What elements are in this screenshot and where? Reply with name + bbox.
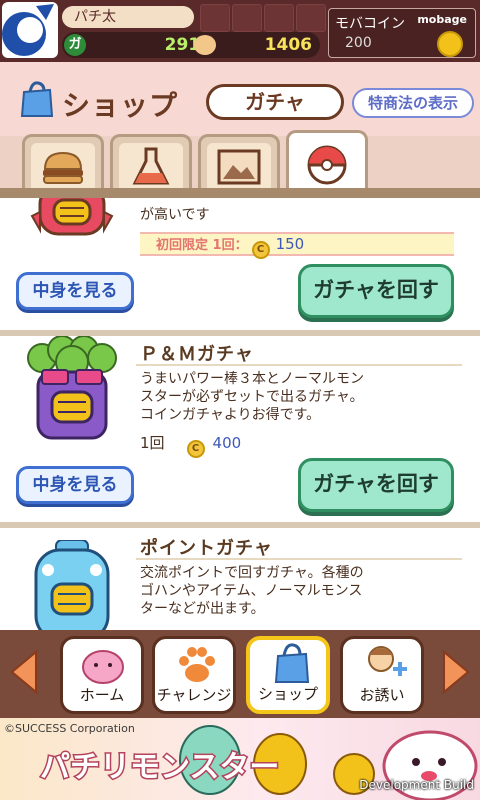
price-value: 400: [212, 434, 242, 452]
nav-shop-label: ショップ: [257, 685, 318, 703]
page-title: ショップ: [62, 89, 179, 122]
tab-food-inner: [31, 143, 95, 190]
picture-icon: [217, 149, 261, 185]
tab-item-inner: [119, 143, 183, 190]
item-title: Ｐ＆Ｍガチャ: [140, 344, 254, 365]
item-description: うまいパワー棒３本とノーマルモン スターが必ずセットで出るガチャ。 コインガチャ…: [140, 371, 364, 423]
view-contents-button[interactable]: 中身を見る: [16, 466, 134, 504]
mobacoin-panel[interactable]: モバコイン mobage 200: [328, 8, 476, 58]
first-limited-label: 初回限定 1回：: [156, 238, 248, 253]
coin-icon: C: [251, 241, 270, 259]
mobage-logo: mobage: [417, 13, 467, 26]
gacha-item: が高いです 初回限定 1回： C 150 中身を見る ガチャを回す: [0, 198, 480, 330]
spin-gacha-button[interactable]: ガチャを回す: [298, 264, 454, 318]
hamburger-icon: [43, 151, 83, 184]
shopping-bag-icon: [274, 643, 310, 683]
tab-picture-inner: [207, 143, 271, 190]
copyright-text: ©SUCCESS Corporation: [4, 722, 135, 735]
paw-icon: [179, 647, 215, 682]
invite-friend-icon: [368, 646, 407, 676]
mobacoin-value: 200: [345, 35, 372, 51]
status-slots: [200, 4, 326, 32]
tab-picture[interactable]: [198, 134, 280, 190]
tab-gacha[interactable]: ガチャ: [206, 84, 344, 120]
points-bar: ガ 2910 1406: [62, 32, 320, 58]
nav-right-arrow-icon[interactable]: [438, 648, 474, 696]
view-contents-button[interactable]: 中身を見る: [16, 272, 134, 310]
mobacoin-label: モバコイン: [335, 16, 405, 32]
status-slot: [232, 4, 262, 32]
item-title: ポイントガチャ: [140, 538, 273, 559]
nav-shop-button[interactable]: ショップ: [246, 636, 330, 714]
status-bar: パチ太 ガ 2910 1406 モバコイン mobage 200: [0, 0, 480, 62]
title-underline: [136, 364, 462, 366]
banner-title: パチリモンスター: [38, 749, 280, 787]
item-price: 1回 C 400: [140, 432, 241, 458]
nav-home-label: ホーム: [79, 686, 125, 704]
monster-green-hair-mascot: [27, 336, 117, 440]
app-logo: [2, 2, 58, 58]
nav-invite-label: お誘い: [359, 686, 405, 704]
mobacoin-icon: [437, 31, 463, 57]
status-slot: [200, 4, 230, 32]
tab-gacha-capsule[interactable]: [286, 130, 368, 192]
player-name: パチ太: [62, 6, 194, 28]
gacha-item: Ｐ＆Ｍガチャ うまいパワー棒３本とノーマルモン スターが必ずセットで出るガチャ。…: [0, 336, 480, 522]
tab-item[interactable]: [110, 134, 192, 190]
flask-icon: [132, 147, 170, 185]
commercial-law-button[interactable]: 特商法の表示: [352, 88, 474, 118]
nav-challenge-label: チャレンジ: [156, 686, 232, 704]
status-slot: [264, 4, 294, 32]
nav-left-arrow-icon[interactable]: [6, 648, 42, 696]
price-label: 1回: [140, 434, 165, 452]
capsule-icon: [307, 145, 347, 185]
item-description: が高いです: [140, 207, 210, 223]
title-underline: [136, 558, 462, 560]
pink-blob-icon: [82, 650, 124, 684]
item-description: 交流ポイントで回すガチャ。各種の ゴハンやアイテム、ノーマルモンス ターなどが出…: [140, 565, 364, 617]
gacha-point-icon: ガ: [64, 34, 86, 56]
first-limited-price: 150: [275, 235, 305, 253]
coin-icon: C: [186, 440, 205, 458]
shopping-bag-icon: [20, 81, 54, 117]
development-build-label: Development Build: [359, 778, 474, 792]
list-frame-top: [0, 188, 480, 198]
friend-points: 1406: [264, 35, 312, 55]
first-time-limited-price: 初回限定 1回： C 150: [140, 232, 454, 259]
friend-point-icon: [194, 35, 216, 55]
spin-gacha-button[interactable]: ガチャを回す: [298, 458, 454, 512]
gacha-list[interactable]: が高いです 初回限定 1回： C 150 中身を見る ガチャを回す Ｐ＆Ｍガチャ う…: [0, 198, 480, 630]
nav-invite-button[interactable]: お誘い: [340, 636, 424, 714]
nav-home-button[interactable]: ホーム: [60, 636, 144, 714]
tab-food[interactable]: [22, 134, 104, 190]
nav-challenge-button[interactable]: チャレンジ: [152, 636, 236, 714]
status-slot: [296, 4, 326, 32]
tab-gacha-capsule-inner: [295, 139, 359, 192]
monster-blue-mascot: [34, 540, 110, 630]
gacha-item: ポイントガチャ 交流ポイントで回すガチャ。各種の ゴハンやアイテム、ノーマルモン…: [0, 528, 480, 630]
